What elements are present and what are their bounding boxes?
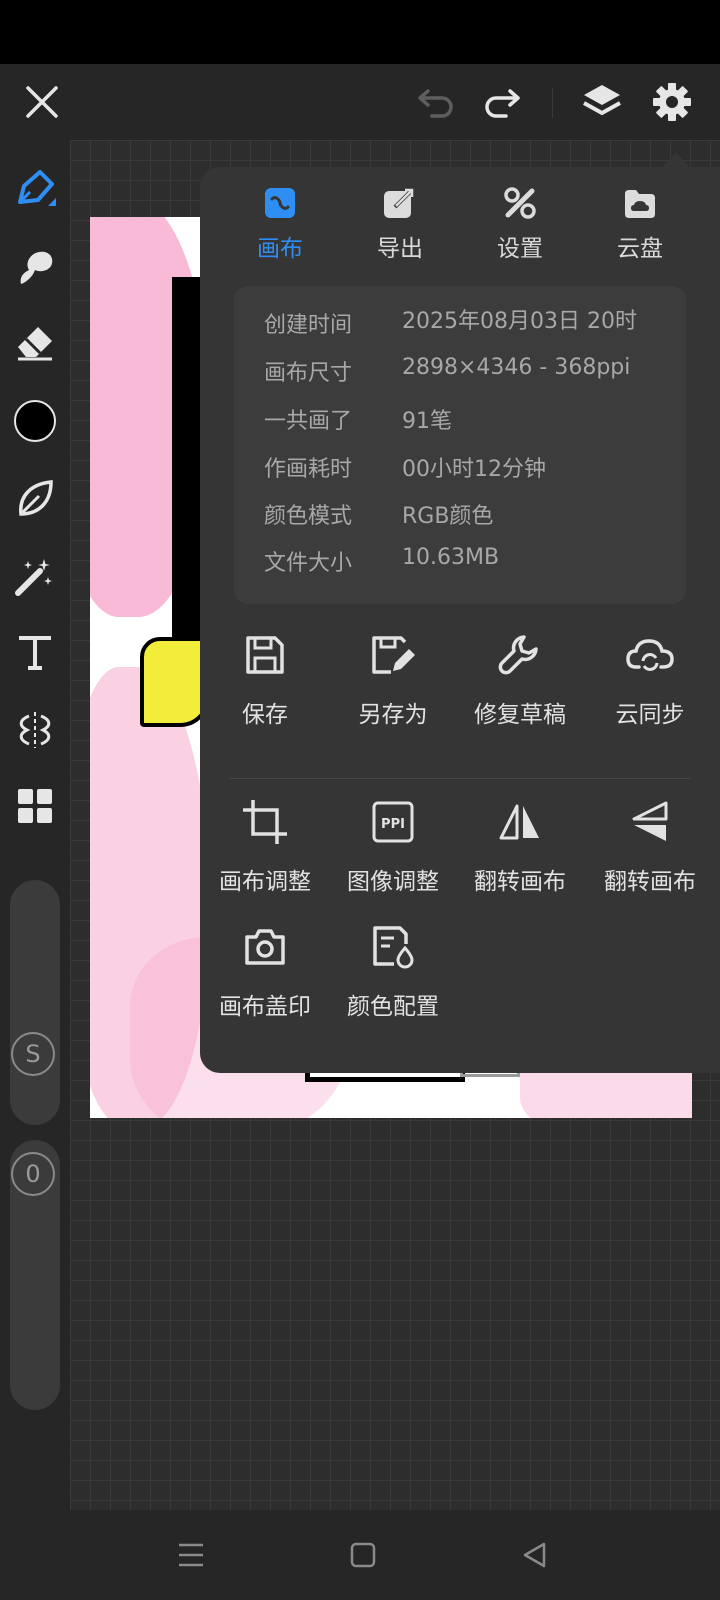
image-adjust-label: 图像调整 bbox=[347, 869, 439, 895]
canvas-stamp-button[interactable]: 画布盖印 bbox=[200, 919, 330, 1029]
redo-icon[interactable] bbox=[472, 72, 532, 132]
magic-wand-icon[interactable] bbox=[5, 546, 65, 606]
camera-icon bbox=[243, 919, 287, 975]
info-key: 一共画了 bbox=[264, 409, 353, 434]
save-button[interactable]: 保存 bbox=[200, 627, 330, 737]
tab-label: 云盘 bbox=[617, 236, 663, 262]
save-as-icon bbox=[369, 627, 417, 683]
menu-icon[interactable] bbox=[166, 1530, 216, 1580]
section-divider bbox=[230, 778, 690, 779]
wrench-icon bbox=[498, 627, 542, 683]
tab-export[interactable]: 导出 bbox=[350, 181, 450, 271]
info-value: 2898×4346 - 368ppi bbox=[402, 355, 631, 380]
info-key: 文件大小 bbox=[264, 551, 353, 576]
color-profile-icon bbox=[370, 919, 416, 975]
info-value-text: 2025年08月03日 20时 bbox=[402, 309, 637, 333]
flip-horizontal-button[interactable]: 翻转画布 bbox=[455, 794, 585, 904]
toolbar-divider bbox=[552, 88, 553, 118]
info-key: 画布尺寸 bbox=[264, 361, 353, 386]
layers-icon[interactable] bbox=[572, 72, 632, 132]
leaf-shape-icon[interactable] bbox=[5, 468, 65, 528]
settings-gear-icon[interactable] bbox=[642, 72, 702, 132]
color-profile-button[interactable]: 颜色配置 bbox=[328, 919, 458, 1029]
symmetry-icon[interactable] bbox=[5, 700, 65, 760]
info-row-file-size: 文件大小 10.63MB bbox=[234, 545, 686, 576]
save-as-label: 另存为 bbox=[358, 702, 428, 728]
color-swatch[interactable] bbox=[5, 391, 65, 451]
cloud-drive-icon bbox=[623, 181, 657, 225]
cloud-sync-button[interactable]: 云同步 bbox=[585, 627, 715, 737]
smudge-icon[interactable] bbox=[5, 238, 65, 298]
save-as-button[interactable]: 另存为 bbox=[328, 627, 458, 737]
export-icon bbox=[383, 181, 417, 225]
save-label: 保存 bbox=[242, 702, 288, 728]
info-value: 10.63MB bbox=[402, 545, 500, 570]
info-value: 2025年08月03日 20时 bbox=[402, 303, 637, 333]
flip-vertical-button[interactable]: 翻转画布 bbox=[585, 794, 715, 904]
info-value: 91笔 bbox=[402, 409, 452, 434]
brush-size-knob[interactable]: S bbox=[11, 1032, 55, 1076]
cloud-sync-icon bbox=[625, 627, 675, 683]
info-value: 00小时12分钟 bbox=[402, 457, 546, 482]
repair-draft-label: 修复草稿 bbox=[474, 702, 566, 728]
canvas-adjust-button[interactable]: 画布调整 bbox=[200, 794, 330, 904]
tab-cloud-drive[interactable]: 云盘 bbox=[590, 181, 690, 271]
home-icon[interactable] bbox=[338, 1530, 388, 1580]
system-nav-bar bbox=[0, 1510, 720, 1600]
tools-icon bbox=[503, 181, 537, 225]
top-toolbar bbox=[0, 64, 720, 140]
status-bar bbox=[0, 0, 720, 64]
brush-size-label: S bbox=[25, 1040, 41, 1068]
left-toolbar: S 0 bbox=[0, 140, 70, 1510]
undo-icon[interactable] bbox=[406, 72, 466, 132]
text-icon[interactable] bbox=[5, 622, 65, 682]
info-row-size: 画布尺寸 2898×4346 - 368ppi bbox=[234, 355, 686, 386]
opacity-slider[interactable]: 0 bbox=[10, 1140, 60, 1410]
cloud-sync-label: 云同步 bbox=[615, 702, 685, 728]
info-row-duration: 作画耗时 00小时12分钟 bbox=[234, 451, 686, 482]
info-key: 作画耗时 bbox=[264, 457, 353, 482]
info-key: 颜色模式 bbox=[264, 504, 353, 529]
flip-vertical-icon bbox=[628, 794, 672, 850]
opacity-label: 0 bbox=[25, 1160, 41, 1188]
info-row-created: 创建时间 2025年08月03日 20时 bbox=[234, 303, 686, 338]
save-icon bbox=[243, 627, 287, 683]
canvas-adjust-label: 画布调整 bbox=[219, 869, 311, 895]
info-key: 创建时间 bbox=[264, 313, 353, 338]
ppi-icon: PPI bbox=[371, 794, 415, 850]
tab-label: 设置 bbox=[497, 236, 543, 262]
eraser-icon[interactable] bbox=[5, 312, 65, 372]
tab-label: 导出 bbox=[377, 236, 423, 262]
grid-layout-icon[interactable] bbox=[5, 776, 65, 836]
close-icon[interactable] bbox=[12, 72, 72, 132]
back-icon[interactable] bbox=[510, 1530, 560, 1580]
tab-label: 画布 bbox=[257, 236, 303, 262]
canvas-settings-panel: 画布 导出 设置 云盘 创建时间 2025年08月03日 20时 画布尺寸 28… bbox=[200, 167, 720, 1073]
info-row-strokes: 一共画了 91笔 bbox=[234, 403, 686, 434]
canvas-icon bbox=[264, 181, 296, 225]
crop-icon bbox=[241, 794, 289, 850]
info-row-color-mode: 颜色模式 RGB颜色 bbox=[234, 498, 686, 529]
brush-size-slider[interactable]: S bbox=[10, 880, 60, 1125]
info-value: RGB颜色 bbox=[402, 504, 494, 529]
opacity-knob[interactable]: 0 bbox=[11, 1152, 55, 1196]
flip-vertical-label: 翻转画布 bbox=[604, 869, 696, 895]
flip-horizontal-icon bbox=[498, 794, 542, 850]
color-profile-label: 颜色配置 bbox=[347, 994, 439, 1020]
canvas-stamp-label: 画布盖印 bbox=[219, 994, 311, 1020]
tab-settings[interactable]: 设置 bbox=[470, 181, 570, 271]
svg-text:PPI: PPI bbox=[381, 817, 405, 832]
repair-draft-button[interactable]: 修复草稿 bbox=[455, 627, 585, 737]
panel-pointer bbox=[662, 152, 690, 168]
brush-pen-icon[interactable] bbox=[5, 159, 65, 219]
image-adjust-button[interactable]: PPI 图像调整 bbox=[328, 794, 458, 904]
canvas-info-card: 创建时间 2025年08月03日 20时 画布尺寸 2898×4346 - 36… bbox=[234, 286, 686, 604]
tab-canvas[interactable]: 画布 bbox=[230, 181, 330, 271]
panel-tabs: 画布 导出 设置 云盘 bbox=[200, 181, 720, 271]
flip-horizontal-label: 翻转画布 bbox=[474, 869, 566, 895]
